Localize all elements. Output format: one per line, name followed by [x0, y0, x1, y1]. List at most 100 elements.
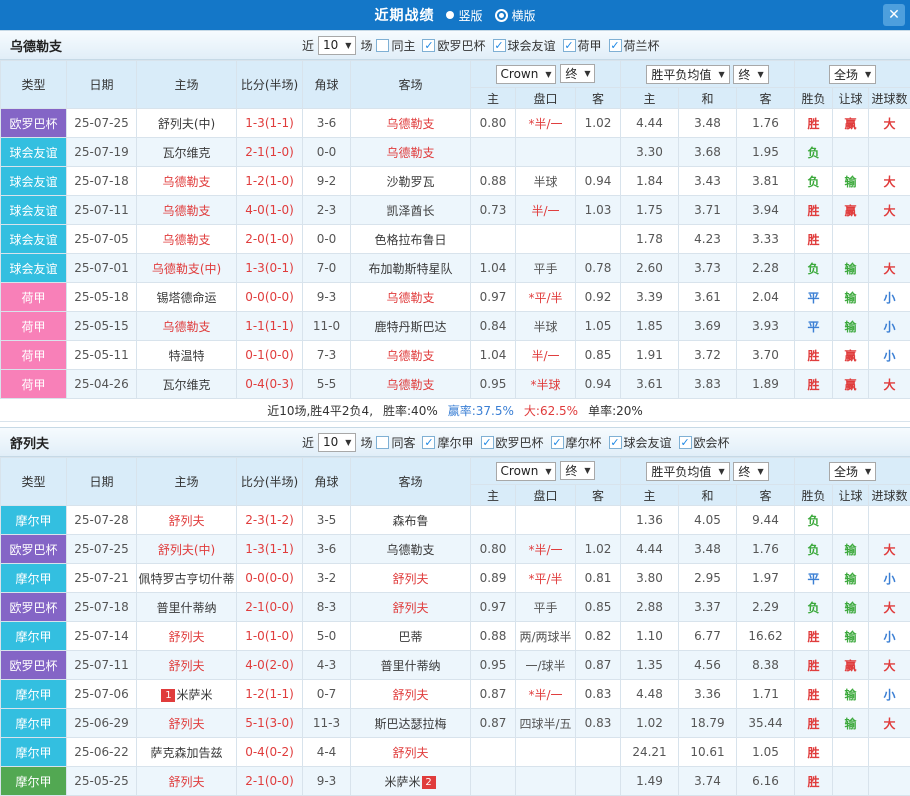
- bookmaker-away-odd: 1.05: [576, 312, 621, 341]
- match-row: 欧罗巴杯25-07-25舒列夫(中)1-3(1-1)3-6乌德勒支0.80*半/…: [1, 535, 910, 564]
- bookmaker-away-odd: 0.82: [576, 622, 621, 651]
- league-filter[interactable]: ✓欧罗巴杯: [481, 434, 544, 451]
- avg-draw-odd: 10.61: [679, 738, 737, 767]
- final-odds-select[interactable]: 终▼: [560, 64, 595, 83]
- final-odds-select[interactable]: 终▼: [560, 461, 595, 480]
- match-count-select[interactable]: 10 ▼: [318, 433, 356, 452]
- result-winloss: 平: [795, 283, 833, 312]
- result-handicap: 赢: [833, 651, 869, 680]
- checkbox-unchecked-icon: [376, 436, 389, 449]
- result-handicap: [833, 767, 869, 796]
- league-filter-label: 摩尔杯: [566, 434, 602, 451]
- avg-away-odd: 2.28: [737, 254, 795, 283]
- match-row: 摩尔甲25-07-21佩特罗古亨切什蒂0-0(0-0)3-2舒列夫0.89*平/…: [1, 564, 910, 593]
- group-average-odds: 胜平负均值▼ 终▼: [621, 61, 795, 88]
- match-row: 摩尔甲25-07-14舒列夫1-0(1-0)5-0巴蒂0.88两/两球半0.82…: [1, 622, 910, 651]
- league-filter-label: 摩尔甲: [437, 434, 473, 451]
- checkbox-checked-icon: ✓: [609, 436, 622, 449]
- match-count-select[interactable]: 10 ▼: [318, 36, 356, 55]
- league-filter[interactable]: ✓球会友谊: [493, 37, 556, 54]
- checkbox-checked-icon: ✓: [609, 39, 622, 52]
- bookmaker-select[interactable]: Crown▼: [496, 65, 557, 84]
- away-team-name: 布加勒斯特星队: [368, 262, 452, 276]
- match-date: 25-07-11: [67, 196, 137, 225]
- avg-away-odd: 1.97: [737, 564, 795, 593]
- avg-away-odd: 3.93: [737, 312, 795, 341]
- league-filter-label: 欧会杯: [694, 434, 730, 451]
- away-team: 鹿特丹斯巴达: [351, 312, 471, 341]
- layout-radio-vertical[interactable]: 竖版: [446, 7, 482, 24]
- corner-score: 9-3: [303, 283, 351, 312]
- result-winloss: 平: [795, 312, 833, 341]
- league-filter[interactable]: 同客: [376, 434, 415, 451]
- league-filter[interactable]: ✓荷甲: [563, 37, 602, 54]
- avg-home-odd: 1.75: [621, 196, 679, 225]
- result-goals: 小: [869, 564, 910, 593]
- bookmaker-home-odd: 0.84: [471, 312, 516, 341]
- league-filter[interactable]: ✓欧会杯: [679, 434, 730, 451]
- match-date: 25-06-29: [67, 709, 137, 738]
- match-count-value: 10: [323, 435, 338, 449]
- away-team-name: 乌德勒支: [386, 378, 434, 392]
- league-filter[interactable]: ✓欧罗巴杯: [422, 37, 485, 54]
- league-filter[interactable]: ✓荷兰杯: [609, 37, 660, 54]
- avg-draw-odd: 3.83: [679, 370, 737, 399]
- league-type-badge: 球会友谊: [1, 138, 67, 167]
- bookmaker-away-odd: [576, 767, 621, 796]
- match-score: 1-2(1-1): [237, 680, 303, 709]
- group-fulltime: 全场▼: [795, 61, 910, 88]
- fulltime-select[interactable]: 全场▼: [829, 462, 876, 481]
- corner-score: 9-2: [303, 167, 351, 196]
- league-filter[interactable]: 同主: [376, 37, 415, 54]
- result-handicap: 输: [833, 622, 869, 651]
- home-team-name: 锡塔德命运: [156, 291, 216, 305]
- league-filter[interactable]: ✓摩尔甲: [422, 434, 473, 451]
- avg-away-odd: 1.05: [737, 738, 795, 767]
- avg-home-odd: 1.10: [621, 622, 679, 651]
- final-odds-select[interactable]: 终▼: [733, 65, 768, 84]
- games-label: 场: [360, 37, 372, 54]
- away-team-name: 乌德勒支: [386, 543, 434, 557]
- away-team-name: 凯泽酋长: [386, 204, 434, 218]
- result-winloss: 负: [795, 138, 833, 167]
- league-filter[interactable]: ✓球会友谊: [609, 434, 672, 451]
- final-odds-select[interactable]: 终▼: [733, 462, 768, 481]
- avg-draw-odd: 3.36: [679, 680, 737, 709]
- result-goals: 大: [869, 651, 910, 680]
- away-team: 色格拉布鲁日: [351, 225, 471, 254]
- close-button[interactable]: ✕: [883, 4, 905, 26]
- league-type-badge: 摩尔甲: [1, 738, 67, 767]
- average-odds-select[interactable]: 胜平负均值▼: [646, 65, 729, 84]
- col-corner: 角球: [303, 458, 351, 506]
- bookmaker-select[interactable]: Crown▼: [496, 462, 557, 481]
- fulltime-select[interactable]: 全场▼: [829, 65, 876, 84]
- layout-radio-horizontal[interactable]: 横版: [495, 7, 536, 24]
- league-type-badge: 球会友谊: [1, 167, 67, 196]
- league-filter-label: 荷甲: [578, 37, 602, 54]
- result-goals: 大: [869, 593, 910, 622]
- league-filter[interactable]: ✓摩尔杯: [551, 434, 602, 451]
- average-odds-select[interactable]: 胜平负均值▼: [646, 462, 729, 481]
- away-team: 乌德勒支: [351, 535, 471, 564]
- away-team: 凯泽酋长: [351, 196, 471, 225]
- league-type-badge: 摩尔甲: [1, 506, 67, 535]
- result-winloss: 胜: [795, 651, 833, 680]
- result-winloss: 胜: [795, 225, 833, 254]
- bookmaker-away-odd: 1.02: [576, 109, 621, 138]
- result-winloss: 胜: [795, 738, 833, 767]
- corner-score: 3-6: [303, 109, 351, 138]
- match-row: 摩尔甲25-06-22萨克森加告兹0-4(0-2)4-4舒列夫24.2110.6…: [1, 738, 910, 767]
- home-team: 特温特: [137, 341, 237, 370]
- avg-home-odd: 1.35: [621, 651, 679, 680]
- away-team: 斯巴达瑟拉梅: [351, 709, 471, 738]
- col-handicap-result: 让球: [833, 485, 869, 506]
- avg-home-odd: 1.85: [621, 312, 679, 341]
- home-team-name: 乌德勒支: [162, 175, 210, 189]
- col-winloss: 胜负: [795, 485, 833, 506]
- home-team: 舒列夫: [137, 767, 237, 796]
- match-score: 0-1(0-0): [237, 341, 303, 370]
- home-team: 乌德勒支: [137, 196, 237, 225]
- match-row: 欧罗巴杯25-07-25舒列夫(中)1-3(1-1)3-6乌德勒支0.80*半/…: [1, 109, 910, 138]
- league-type-badge: 球会友谊: [1, 254, 67, 283]
- avg-away-odd: 6.16: [737, 767, 795, 796]
